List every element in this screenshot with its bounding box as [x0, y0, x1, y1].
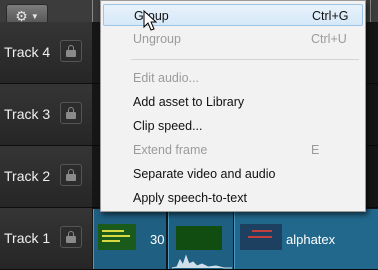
track-label: Track 2 — [4, 168, 51, 184]
track-lock-button[interactable] — [60, 102, 82, 124]
menu-item-label: Extend frame — [133, 143, 208, 157]
context-menu: Group Ctrl+G Ungroup Ctrl+U Edit audio..… — [100, 0, 366, 212]
menu-item-label: Clip speed... — [133, 119, 203, 133]
lock-icon — [66, 107, 76, 119]
menu-item-group[interactable]: Group Ctrl+G — [103, 4, 363, 26]
lock-icon — [66, 169, 76, 181]
menu-item-extend-frame[interactable]: Extend frame E — [103, 139, 363, 161]
chevron-down-icon: ▼ — [30, 11, 39, 21]
track-header-4[interactable]: Track 4 — [0, 22, 93, 84]
track-lock-button[interactable] — [60, 40, 82, 62]
menu-item-add-asset-to-library[interactable]: Add asset to Library — [103, 91, 363, 113]
menu-item-apply-speech-to-text[interactable]: Apply speech-to-text — [103, 187, 363, 209]
track-lock-button[interactable] — [60, 164, 82, 186]
track-label: Track 4 — [4, 44, 51, 60]
menu-item-ungroup[interactable]: Ungroup Ctrl+U — [103, 28, 363, 50]
clip-thumbnail — [98, 224, 136, 250]
lock-icon — [66, 231, 76, 243]
menu-item-label: Edit audio... — [133, 71, 200, 85]
mouse-cursor-icon — [143, 10, 157, 31]
lock-icon — [66, 45, 76, 57]
menu-item-label: Apply speech-to-text — [133, 191, 247, 205]
track-header-1[interactable]: Track 1 — [0, 208, 93, 270]
track-label: Track 3 — [4, 106, 51, 122]
clip-thumbnail — [176, 226, 222, 250]
clip-thumbnail — [240, 224, 282, 250]
track-header-3[interactable]: Track 3 — [0, 84, 93, 146]
menu-item-shortcut: Ctrl+U — [311, 32, 347, 46]
menu-separator — [131, 59, 359, 60]
clip-label: 30 — [150, 232, 165, 247]
menu-item-clip-speed[interactable]: Clip speed... — [103, 115, 363, 137]
track-lock-button[interactable] — [60, 226, 82, 248]
clip-label: alphatex — [286, 232, 336, 247]
menu-item-shortcut: Ctrl+G — [312, 9, 349, 23]
menu-item-separate-video-and-audio[interactable]: Separate video and audio — [103, 163, 363, 185]
track-header-2[interactable]: Track 2 — [0, 146, 93, 208]
menu-item-label: Ungroup — [133, 32, 181, 46]
audio-waveform — [172, 254, 232, 269]
menu-item-label: Add asset to Library — [133, 95, 245, 109]
menu-item-shortcut: E — [311, 143, 320, 157]
track-label: Track 1 — [4, 230, 51, 246]
menu-item-edit-audio[interactable]: Edit audio... — [103, 67, 363, 89]
menu-item-label: Separate video and audio — [133, 167, 276, 181]
